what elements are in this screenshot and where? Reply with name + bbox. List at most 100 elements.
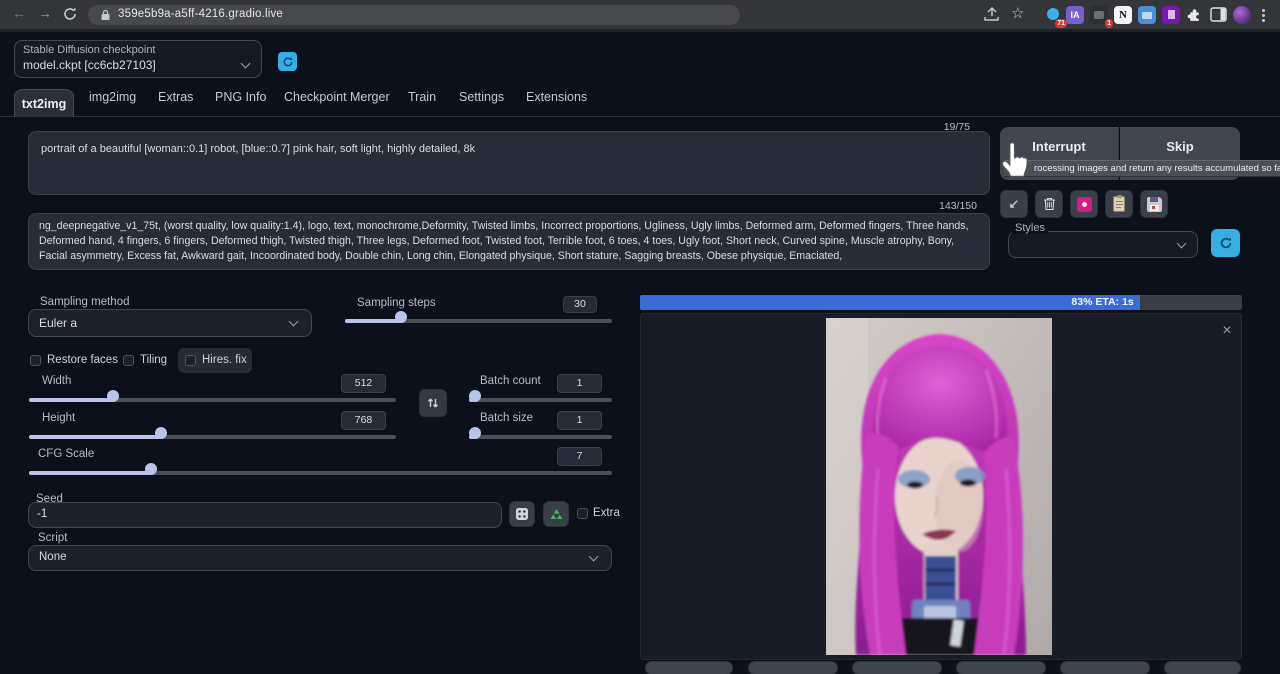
chevron-down-icon <box>589 552 599 562</box>
tab-png-info[interactable]: PNG Info <box>215 90 266 104</box>
tab-txt2img[interactable]: txt2img <box>14 89 74 117</box>
slider-track <box>469 398 612 402</box>
batch-count-input[interactable]: 1 <box>557 374 602 393</box>
height-slider[interactable] <box>29 431 396 443</box>
checkpoint-dropdown[interactable]: Stable Diffusion checkpoint model.ckpt [… <box>14 40 262 78</box>
extension-icon-onenote[interactable] <box>1162 6 1180 24</box>
clear-prompt-button[interactable] <box>1035 190 1063 218</box>
lock-icon <box>100 9 111 21</box>
seed-value: -1 <box>37 508 47 520</box>
extension-icon-dark[interactable]: 1 <box>1090 6 1108 24</box>
save-style-button[interactable] <box>1140 190 1168 218</box>
tab-train[interactable]: Train <box>408 90 436 104</box>
back-icon[interactable]: ← <box>12 5 26 21</box>
random-seed-button[interactable] <box>509 501 535 527</box>
forward-icon[interactable]: → <box>38 5 52 21</box>
tab-checkpoint-merger[interactable]: Checkpoint Merger <box>284 90 390 104</box>
slider-track <box>29 471 612 475</box>
sampling-method-value: Euler a <box>39 316 77 330</box>
apply-styles-button[interactable] <box>1105 190 1133 218</box>
negative-token-counter: 143/150 <box>880 200 977 212</box>
prompt-token-counter: 19/75 <box>880 121 970 133</box>
checkpoint-label: Stable Diffusion checkpoint <box>23 44 156 56</box>
width-slider[interactable] <box>29 394 396 406</box>
recycle-icon <box>549 507 564 522</box>
progress-bar: 83% ETA: 1s <box>640 295 1242 310</box>
slider-track <box>29 435 396 439</box>
extension-icon-pin[interactable]: 71 <box>1044 6 1062 24</box>
batch-size-slider[interactable] <box>469 431 612 443</box>
extra-networks-button[interactable] <box>1070 190 1098 218</box>
extension-badge: 1 <box>1105 19 1113 28</box>
prompt-textarea[interactable]: portrait of a beautiful [woman::0.1] rob… <box>28 131 990 195</box>
bottom-action-button[interactable] <box>645 661 733 674</box>
height-input[interactable]: 768 <box>341 411 386 430</box>
refresh-styles-button[interactable] <box>1211 229 1240 257</box>
tab-underline <box>0 116 1280 117</box>
hires-fix-checkbox[interactable] <box>185 355 196 366</box>
script-label: Script <box>38 532 67 544</box>
negative-prompt-textarea[interactable]: ng_deepnegative_v1_75t, (worst quality, … <box>28 213 990 270</box>
bottom-action-button[interactable] <box>1164 661 1241 674</box>
reload-icon[interactable] <box>62 6 78 22</box>
profile-avatar[interactable] <box>1233 6 1251 24</box>
bottom-action-button[interactable] <box>748 661 838 674</box>
cfg-scale-slider[interactable] <box>29 467 612 479</box>
generated-image[interactable] <box>826 318 1052 655</box>
extra-seed-checkbox[interactable] <box>577 508 588 519</box>
bookmark-star-icon[interactable]: ☆ <box>1011 4 1024 22</box>
tab-extensions[interactable]: Extensions <box>526 90 587 104</box>
tab-img2img[interactable]: img2img <box>89 90 136 104</box>
swap-arrows-icon <box>426 396 440 410</box>
side-panel-icon[interactable] <box>1210 6 1227 23</box>
floppy-disk-icon <box>1147 197 1162 212</box>
script-dropdown[interactable]: None <box>28 545 612 571</box>
slider-thumb[interactable] <box>469 427 481 439</box>
cfg-scale-input[interactable]: 7 <box>557 447 602 466</box>
slider-thumb[interactable] <box>469 390 481 402</box>
paste-params-button[interactable]: ↙ <box>1000 190 1028 218</box>
bottom-action-button[interactable] <box>956 661 1046 674</box>
width-input[interactable]: 512 <box>341 374 386 393</box>
sampling-steps-slider[interactable] <box>345 315 612 327</box>
browser-toolbar: ← → 359e5b9a-a5ff-4216.gradio.live ☆ 71 … <box>0 0 1280 29</box>
tab-settings[interactable]: Settings <box>459 90 504 104</box>
batch-size-input[interactable]: 1 <box>557 411 602 430</box>
slider-track <box>469 435 612 439</box>
sampling-steps-input[interactable]: 30 <box>563 296 597 313</box>
styles-label: Styles <box>1012 222 1048 234</box>
extension-icon-ia[interactable]: IA <box>1066 6 1084 24</box>
image-preview-panel <box>640 313 1242 660</box>
sampling-method-label: Sampling method <box>40 296 130 308</box>
browser-menu-icon[interactable] <box>1259 7 1267 24</box>
close-preview-button[interactable]: × <box>1218 322 1236 340</box>
share-icon[interactable] <box>983 6 1000 23</box>
bottom-action-button[interactable] <box>852 661 942 674</box>
seed-input[interactable]: -1 <box>28 502 502 528</box>
batch-size-label: Batch size <box>480 412 533 424</box>
styles-dropdown[interactable] <box>1008 231 1198 258</box>
tab-extras[interactable]: Extras <box>158 90 193 104</box>
slider-thumb[interactable] <box>155 427 167 439</box>
extension-icon-notion[interactable]: N <box>1114 6 1132 24</box>
tiling-checkbox[interactable] <box>123 355 134 366</box>
restore-faces-label: Restore faces <box>47 354 118 366</box>
arrow-down-left-icon: ↙ <box>1009 196 1020 212</box>
slider-thumb[interactable] <box>395 311 407 323</box>
slider-thumb[interactable] <box>107 390 119 402</box>
batch-count-slider[interactable] <box>469 394 612 406</box>
restore-faces-checkbox[interactable] <box>30 355 41 366</box>
extension-icon-screenshot[interactable] <box>1138 6 1156 24</box>
width-label: Width <box>42 375 71 387</box>
extra-networks-card-icon <box>1077 197 1092 212</box>
sampling-method-dropdown[interactable]: Euler a <box>28 309 312 337</box>
swap-dimensions-button[interactable] <box>419 389 447 417</box>
slider-thumb[interactable] <box>145 463 157 475</box>
reuse-seed-button[interactable] <box>543 501 569 527</box>
extra-seed-label: Extra <box>593 507 620 519</box>
refresh-checkpoint-button[interactable] <box>278 52 297 71</box>
dice-icon <box>515 507 529 521</box>
extensions-puzzle-icon[interactable] <box>1186 6 1203 23</box>
cfg-scale-label: CFG Scale <box>38 448 94 460</box>
bottom-action-button[interactable] <box>1060 661 1150 674</box>
